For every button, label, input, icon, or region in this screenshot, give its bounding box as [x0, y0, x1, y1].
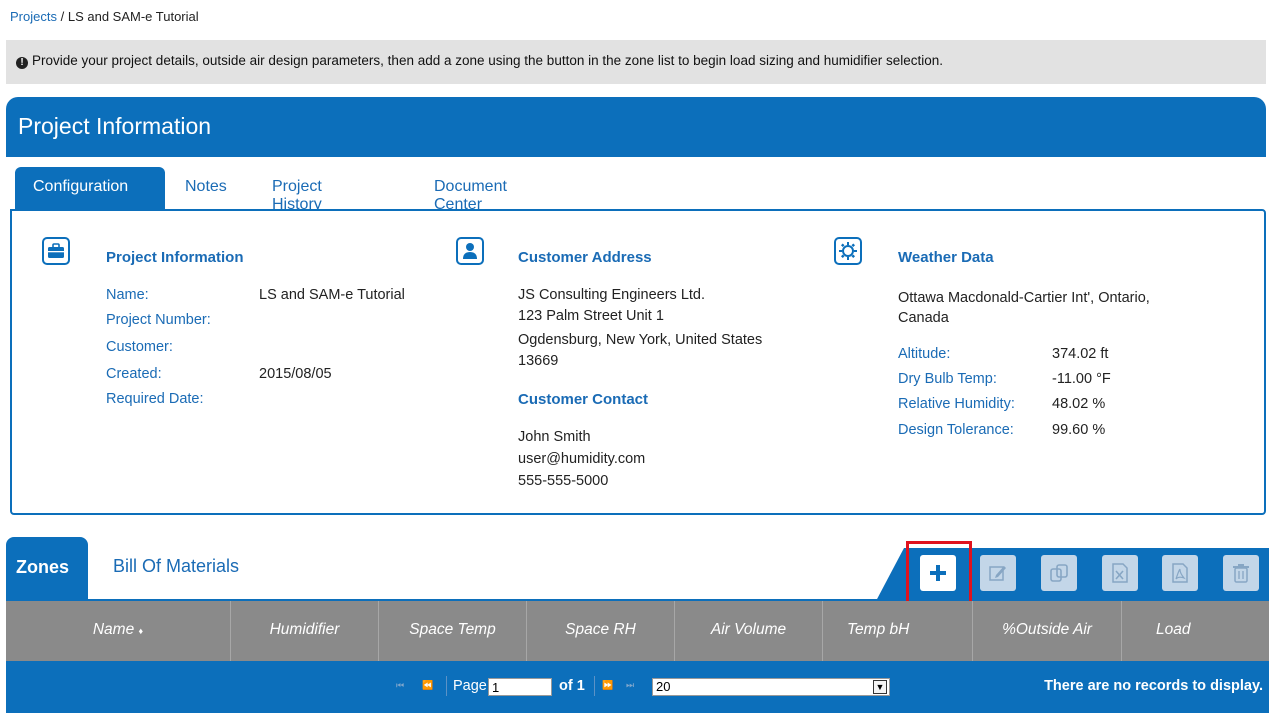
pdf-icon	[1172, 563, 1188, 583]
column-header-space-rh[interactable]: Space RH	[527, 601, 675, 661]
altitude-value: 374.02 ft	[1052, 346, 1109, 362]
user-icon	[456, 237, 484, 265]
column-header-name-label: Name	[92, 621, 135, 638]
next-page-icon[interactable]: ⏩	[602, 680, 614, 691]
tab-notes[interactable]: Notes	[185, 167, 227, 210]
no-records-message: There are no records to display.	[1044, 678, 1263, 694]
pager-bar: ⏮ ⏪ Page of 1 ⏩ ⏭ 20 ▼ There are no reco…	[6, 661, 1269, 713]
column-header-outside-air[interactable]: %Outside Air	[973, 601, 1122, 661]
customer-contact-title: Customer Contact	[518, 391, 649, 408]
altitude-label: Altitude:	[898, 346, 951, 362]
briefcase-icon	[42, 237, 70, 265]
last-page-icon[interactable]: ⏭	[626, 680, 635, 691]
contact-phone: 555-555-5000	[518, 473, 609, 489]
edit-icon	[989, 566, 1006, 581]
weather-location-line-1: Ottawa Macdonald-Cartier Int', Ontario,	[898, 290, 1150, 306]
project-information-header: Project Information	[6, 97, 1266, 157]
weather-location-line-2: Canada	[898, 310, 949, 326]
page-title: Project Information	[18, 113, 212, 139]
column-header-space-temp[interactable]: Space Temp	[379, 601, 527, 661]
project-information-title: Project Information	[106, 249, 244, 266]
project-name-label: Name:	[106, 287, 149, 303]
contact-email: user@humidity.com	[518, 451, 646, 467]
contact-name: John Smith	[518, 429, 591, 445]
export-excel-button[interactable]	[1102, 555, 1138, 591]
page-count-label: of 1	[559, 678, 585, 694]
design-tolerance-value: 99.60 %	[1052, 422, 1106, 438]
tab-zones[interactable]: Zones	[6, 537, 88, 599]
weather-data-title: Weather Data	[898, 249, 994, 266]
created-label: Created:	[106, 366, 162, 382]
page-size-value: 20	[656, 679, 671, 694]
previous-page-icon[interactable]: ⏪	[422, 680, 434, 691]
add-button-highlight	[906, 541, 972, 606]
export-pdf-button[interactable]	[1162, 555, 1198, 591]
dry-bulb-value: -11.00 °F	[1052, 371, 1111, 387]
design-tolerance-label: Design Tolerance:	[898, 422, 1014, 438]
address-line-2: 123 Palm Street Unit 1	[518, 308, 664, 324]
customer-address-title: Customer Address	[518, 249, 652, 266]
column-header-name[interactable]: Name ♦	[6, 601, 231, 661]
delete-zone-button[interactable]	[1223, 555, 1259, 591]
column-header-load[interactable]: Load	[1122, 601, 1269, 661]
page-number-input[interactable]	[488, 678, 552, 696]
tab-configuration[interactable]: Configuration	[15, 167, 165, 210]
pager-divider-2	[594, 676, 595, 696]
relative-humidity-value: 48.02 %	[1052, 396, 1106, 412]
page-label: Page	[453, 678, 487, 694]
page-size-select[interactable]: 20 ▼	[652, 678, 890, 696]
copy-icon	[1050, 564, 1068, 582]
trash-icon	[1233, 564, 1249, 583]
column-header-temp-bh[interactable]: Temp bH	[823, 601, 973, 661]
project-number-label: Project Number:	[106, 312, 211, 328]
copy-zone-button[interactable]	[1041, 555, 1077, 591]
first-page-icon[interactable]: ⏮	[396, 680, 405, 691]
info-notice-text: Provide your project details, outside ai…	[32, 53, 944, 68]
breadcrumb-current: LS and SAM-e Tutorial	[67, 9, 199, 24]
dry-bulb-label: Dry Bulb Temp:	[898, 371, 997, 387]
relative-humidity-label: Relative Humidity:	[898, 396, 1015, 412]
info-notice: ! Provide your project details, outside a…	[6, 40, 1266, 84]
configuration-panel: Project Information Name: LS and SAM-e T…	[10, 209, 1266, 515]
project-name-value: LS and SAM-e Tutorial	[259, 287, 405, 303]
address-line-3: Ogdensburg, New York, United States	[518, 332, 763, 348]
breadcrumb-separator: /	[60, 9, 65, 24]
created-value: 2015/08/05	[259, 366, 332, 382]
pager-divider	[446, 676, 447, 696]
customer-label: Customer:	[106, 339, 173, 355]
breadcrumb: Projects / LS and SAM-e Tutorial	[10, 9, 199, 24]
required-date-label: Required Date:	[106, 391, 204, 407]
column-header-air-volume[interactable]: Air Volume	[675, 601, 823, 661]
tab-document-center[interactable]: Document Center	[434, 167, 507, 213]
info-icon: !	[16, 57, 28, 69]
edit-zone-button[interactable]	[980, 555, 1016, 591]
tab-bill-of-materials[interactable]: Bill Of Materials	[113, 556, 239, 577]
sort-icon: ♦	[138, 626, 144, 636]
gear-icon	[834, 237, 862, 265]
breadcrumb-projects-link[interactable]: Projects	[10, 9, 57, 24]
excel-icon	[1112, 563, 1128, 583]
zones-table-header: Name ♦ Humidifier Space Temp Space RH Ai…	[6, 601, 1269, 661]
address-line-1: JS Consulting Engineers Ltd.	[518, 287, 705, 303]
chevron-down-icon: ▼	[873, 680, 887, 694]
column-header-humidifier[interactable]: Humidifier	[231, 601, 379, 661]
tab-project-history[interactable]: Project History	[272, 167, 322, 213]
address-line-4: 13669	[518, 353, 559, 369]
